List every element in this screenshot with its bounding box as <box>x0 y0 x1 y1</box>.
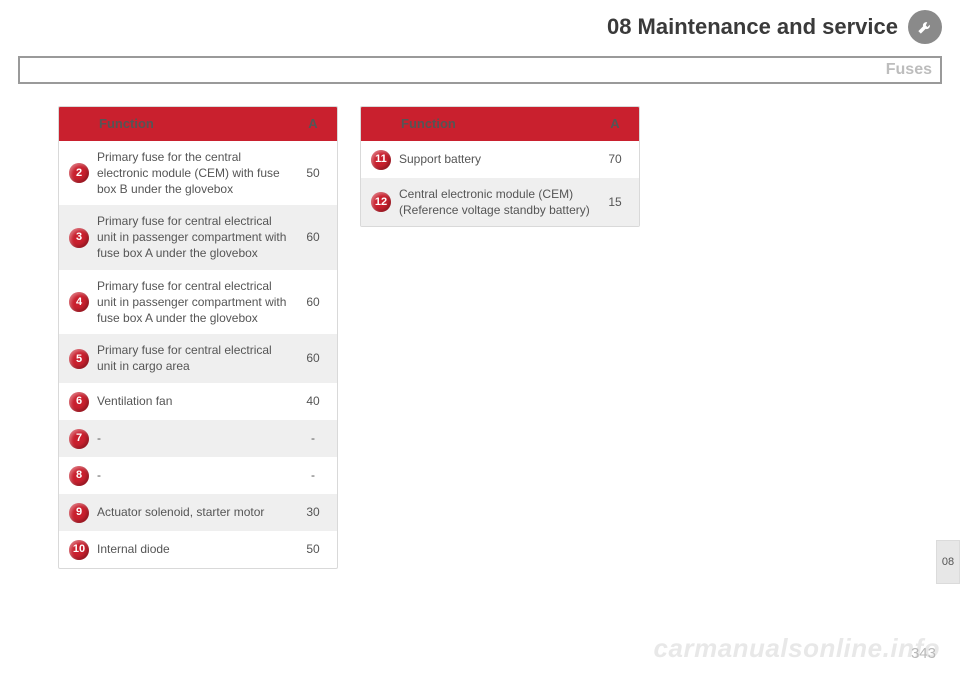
row-number-cell: 9 <box>65 502 93 523</box>
row-number-cell: 3 <box>65 227 93 248</box>
row-function-cell: Actuator solenoid, starter motor <box>97 504 291 520</box>
row-amps-cell: 60 <box>295 350 331 366</box>
row-function-cell: Primary fuse for central electrical unit… <box>97 342 291 374</box>
row-function-cell: Central electronic module (CEM) (Referen… <box>399 186 593 218</box>
fuse-table-right: Function A 11 Support battery70 12 Central … <box>360 106 640 227</box>
row-amps-cell: 30 <box>295 504 331 520</box>
table-row: 4 Primary fuse for central electrical uni… <box>59 270 337 335</box>
row-amps-cell: 15 <box>597 194 633 210</box>
table-header-spacer <box>65 123 93 124</box>
table-row: 5 Primary fuse for central electrical uni… <box>59 334 337 382</box>
table-row: 12 Central electronic module (CEM) (Refer… <box>361 178 639 226</box>
number-bullet-icon: 2 <box>69 163 89 183</box>
column-header-amps: A <box>597 115 633 133</box>
table-row: 6 Ventilation fan40 <box>59 383 337 420</box>
row-amps-cell: 50 <box>295 165 331 181</box>
row-number-cell: 8 <box>65 465 93 486</box>
row-amps-cell: - <box>295 430 331 446</box>
column-header-function: Function <box>399 115 593 133</box>
row-amps-cell: 60 <box>295 229 331 245</box>
number-bullet-icon: 12 <box>371 192 391 212</box>
row-function-cell: - <box>97 467 291 483</box>
fuse-table-left: Function A 2 Primary fuse for the central… <box>58 106 338 569</box>
row-function-cell: - <box>97 430 291 446</box>
table-header-spacer <box>367 123 395 124</box>
number-bullet-icon: 8 <box>69 466 89 486</box>
row-number-cell: 11 <box>367 149 395 170</box>
table-row: 10 Internal diode50 <box>59 531 337 568</box>
row-function-cell: Primary fuse for central electrical unit… <box>97 213 291 262</box>
chapter-title: 08 Maintenance and service <box>607 14 898 40</box>
row-amps-cell: - <box>295 467 331 483</box>
table-row: 8-- <box>59 457 337 494</box>
row-function-cell: Support battery <box>399 151 593 167</box>
row-number-cell: 2 <box>65 162 93 183</box>
page-number: 343 <box>911 645 936 662</box>
number-bullet-icon: 4 <box>69 292 89 312</box>
number-bullet-icon: 6 <box>69 392 89 412</box>
table-row: 3 Primary fuse for central electrical uni… <box>59 205 337 270</box>
row-amps-cell: 50 <box>295 541 331 557</box>
row-function-cell: Ventilation fan <box>97 393 291 409</box>
watermark-text: carmanualsonline.info <box>654 633 940 664</box>
row-number-cell: 7 <box>65 428 93 449</box>
row-number-cell: 12 <box>367 191 395 212</box>
row-function-cell: Primary fuse for central electrical unit… <box>97 278 291 327</box>
page-header: 08 Maintenance and service <box>0 0 960 50</box>
table-row: 11 Support battery70 <box>361 141 639 178</box>
number-bullet-icon: 3 <box>69 228 89 248</box>
table-header-row: Function A <box>361 107 639 141</box>
number-bullet-icon: 7 <box>69 429 89 449</box>
row-amps-cell: 40 <box>295 393 331 409</box>
table-row: 7-- <box>59 420 337 457</box>
row-function-cell: Internal diode <box>97 541 291 557</box>
row-number-cell: 6 <box>65 391 93 412</box>
number-bullet-icon: 5 <box>69 349 89 369</box>
column-header-function: Function <box>97 115 291 133</box>
row-number-cell: 4 <box>65 291 93 312</box>
row-amps-cell: 70 <box>597 151 633 167</box>
table-row: 2 Primary fuse for the central electronic… <box>59 141 337 206</box>
column-header-amps: A <box>295 115 331 133</box>
section-title: Fuses <box>886 61 932 79</box>
section-bar: Fuses <box>18 56 942 84</box>
content-area: Function A 2 Primary fuse for the central… <box>0 84 960 569</box>
number-bullet-icon: 10 <box>69 540 89 560</box>
row-number-cell: 10 <box>65 539 93 560</box>
table-header-row: Function A <box>59 107 337 141</box>
number-bullet-icon: 11 <box>371 150 391 170</box>
row-number-cell: 5 <box>65 348 93 369</box>
table-row: 9 Actuator solenoid, starter motor30 <box>59 494 337 531</box>
number-bullet-icon: 9 <box>69 503 89 523</box>
chapter-tab: 08 <box>936 540 960 584</box>
wrench-icon <box>908 10 942 44</box>
row-amps-cell: 60 <box>295 294 331 310</box>
row-function-cell: Primary fuse for the central electronic … <box>97 149 291 198</box>
